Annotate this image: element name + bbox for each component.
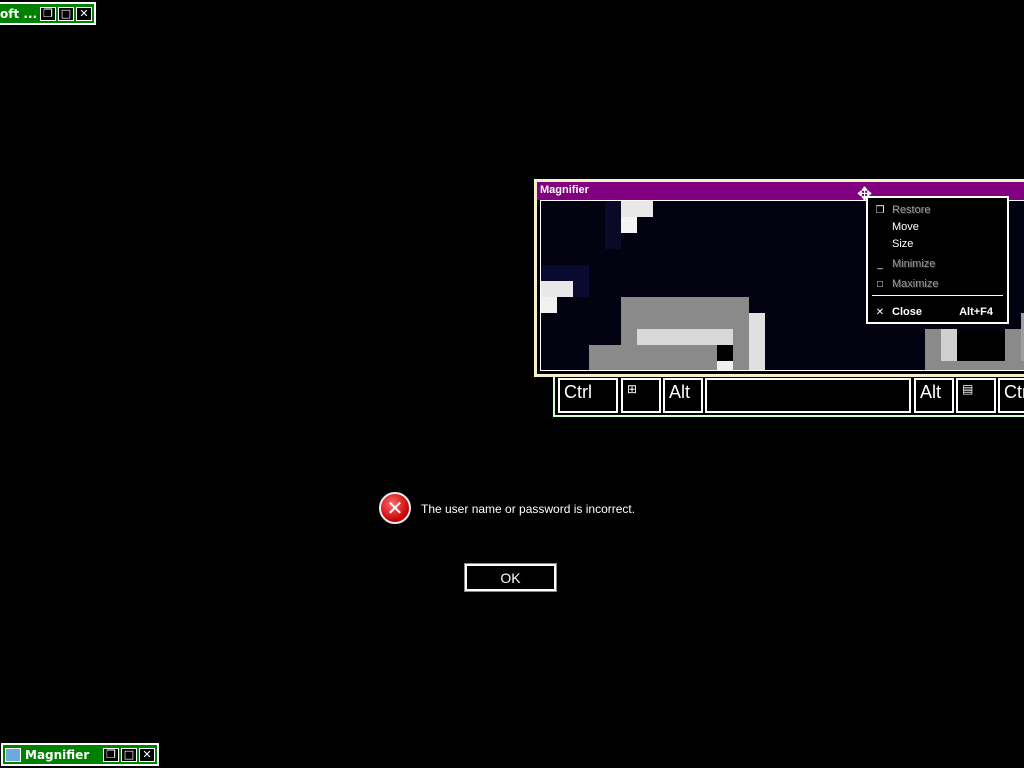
- menu-item-close[interactable]: ✕ Close Alt+F4: [868, 303, 1007, 321]
- magnifier-app-icon: [5, 747, 21, 762]
- ctrl-right-label: Ctr: [1004, 382, 1024, 402]
- maximize-icon[interactable]: □: [121, 747, 137, 762]
- minimized-magnifier-caption: Magnifier: [25, 747, 90, 762]
- close-icon[interactable]: ✕: [139, 747, 155, 762]
- maximize-icon: □: [876, 278, 884, 290]
- magnifier-title: Magnifier: [540, 184, 589, 196]
- magnified-block: [589, 345, 717, 370]
- ok-button[interactable]: OK: [464, 563, 557, 592]
- alt-right-key[interactable]: Alt: [914, 378, 954, 413]
- error-icon: ✕: [379, 492, 411, 524]
- magnified-pixel: [717, 345, 733, 361]
- windows-logo-icon: ⊞: [627, 382, 638, 396]
- menu-item-size[interactable]: Size: [868, 235, 1007, 253]
- magnified-pixel: [941, 329, 957, 361]
- alt-left-label: Alt: [669, 382, 691, 402]
- menu-item-label: Minimize: [892, 258, 936, 270]
- menu-item-maximize[interactable]: □ Maximize: [868, 275, 1007, 293]
- menu-item-label: Maximize: [892, 278, 939, 290]
- ctrl-right-key[interactable]: Ctr: [998, 378, 1024, 413]
- system-menu: ❐ Restore Move Size _ Minimize □ Maximiz…: [866, 196, 1009, 324]
- menu-item-minimize[interactable]: _ Minimize: [868, 255, 1007, 273]
- alt-left-key[interactable]: Alt: [663, 378, 703, 413]
- move-cursor-icon: ✥: [857, 184, 873, 205]
- magnified-highlight: [749, 313, 765, 370]
- menu-item-restore[interactable]: ❐ Restore: [868, 201, 1007, 219]
- magnified-pixel: [957, 329, 1005, 361]
- minimize-icon: _: [877, 258, 883, 270]
- ctrl-left-label: Ctrl: [564, 382, 592, 402]
- restore-icon[interactable]: ❐: [40, 6, 56, 21]
- menu-separator: [872, 295, 1003, 296]
- on-screen-keyboard: Ctrl ⊞ Alt Alt ▤ Ctr: [553, 372, 1024, 417]
- close-icon: ✕: [875, 306, 885, 318]
- close-icon[interactable]: ✕: [76, 6, 92, 21]
- ctrl-left-key[interactable]: Ctrl: [558, 378, 618, 413]
- error-message: The user name or password is incorrect.: [421, 502, 636, 516]
- restore-icon: ❐: [875, 204, 885, 216]
- minimized-window-caption: oft ...: [0, 6, 38, 21]
- menu-item-label: Size: [892, 238, 914, 250]
- magnified-highlight: [637, 329, 733, 345]
- menu-icon: ▤: [962, 382, 974, 396]
- menu-item-label: Restore: [892, 204, 931, 216]
- menu-item-shortcut: Alt+F4: [959, 306, 993, 318]
- magnified-pixel: [621, 201, 653, 217]
- spacebar-key[interactable]: [705, 378, 911, 413]
- magnified-pixel: [605, 201, 621, 249]
- menu-item-label: Close: [892, 306, 922, 318]
- maximize-icon[interactable]: □: [58, 6, 74, 21]
- windows-key[interactable]: ⊞: [621, 378, 661, 413]
- menu-key[interactable]: ▤: [956, 378, 996, 413]
- restore-icon[interactable]: ❐: [103, 747, 119, 762]
- minimized-window-bar[interactable]: oft ... ❐ □ ✕: [0, 2, 96, 25]
- alt-right-label: Alt: [920, 382, 942, 402]
- menu-item-label: Move: [892, 221, 919, 233]
- magnified-pixel: [541, 297, 557, 313]
- menu-item-move[interactable]: Move: [868, 218, 1007, 236]
- magnified-pixel: [621, 217, 637, 233]
- minimized-magnifier-bar[interactable]: Magnifier ❐ □ ✕: [1, 743, 159, 766]
- magnified-pixel: [717, 361, 733, 370]
- magnified-pixel: [541, 281, 573, 297]
